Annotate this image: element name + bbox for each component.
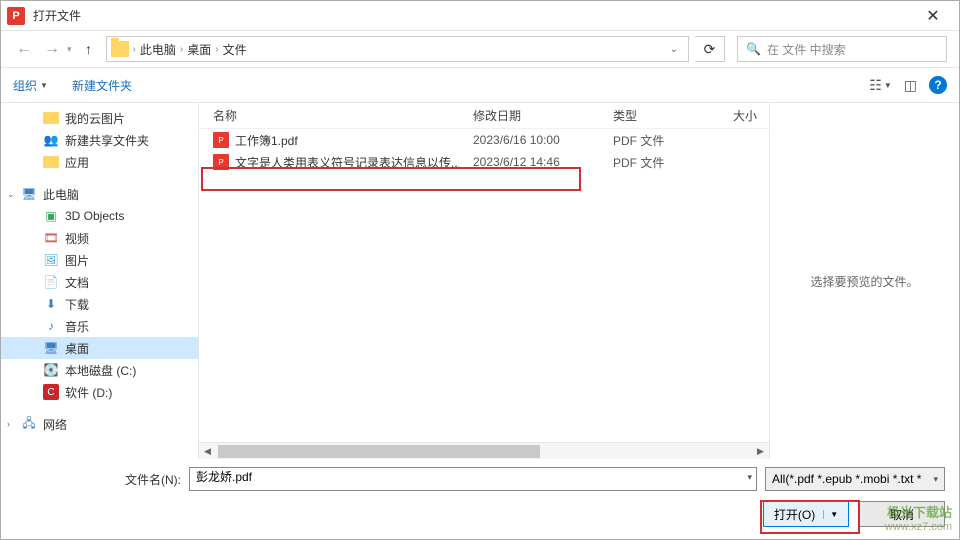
filename-label: 文件名(N): (125, 471, 181, 488)
sidebar-item-apps[interactable]: 应用 (1, 151, 198, 173)
file-type-filter[interactable]: All(*.pdf *.epub *.mobi *.txt * ▾ (765, 467, 945, 491)
music-icon: ♪ (43, 318, 59, 334)
sidebar-item-videos[interactable]: 🎞视频 (1, 227, 198, 249)
close-button[interactable]: ✕ (913, 2, 953, 30)
scrollbar-thumb[interactable] (218, 445, 540, 458)
caret-down-icon: ▼ (40, 81, 48, 90)
chevron-right-icon: › (180, 44, 183, 55)
help-button[interactable]: ? (929, 76, 947, 94)
scroll-right-icon[interactable]: ▶ (752, 443, 769, 460)
sidebar-item-desktop[interactable]: 🖥桌面 (1, 337, 198, 359)
window-title: 打开文件 (33, 7, 913, 24)
3d-icon: ▣ (43, 208, 59, 224)
file-type: PDF 文件 (599, 154, 719, 171)
breadcrumb-item-pc[interactable]: 此电脑 (140, 41, 176, 58)
folder-icon (43, 156, 59, 168)
chevron-right-icon[interactable]: › (7, 419, 10, 429)
column-name[interactable]: 名称 (199, 107, 459, 124)
sidebar-item-cloud-pics[interactable]: 我的云图片 (1, 107, 198, 129)
video-icon: 🎞 (43, 230, 59, 246)
sidebar-item-downloads[interactable]: ⬇下载 (1, 293, 198, 315)
breadcrumb-dropdown-icon[interactable]: ⌄ (664, 44, 684, 55)
pdf-icon: P (213, 154, 229, 170)
scroll-left-icon[interactable]: ◀ (199, 443, 216, 460)
open-button[interactable]: 打开(O)▼ (763, 501, 849, 527)
pc-icon: 🖥 (21, 186, 37, 202)
sidebar-item-disk-d[interactable]: C软件 (D:) (1, 381, 198, 403)
sidebar-item-shared[interactable]: 👥新建共享文件夹 (1, 129, 198, 151)
file-date: 2023/6/16 10:00 (459, 133, 599, 147)
forward-button[interactable]: → (41, 38, 63, 60)
caret-down-icon[interactable]: ▼ (823, 510, 838, 519)
folder-icon (111, 41, 129, 57)
network-icon: 🖧 (21, 416, 37, 432)
caret-down-icon[interactable]: ▾ (747, 472, 752, 483)
sidebar: 我的云图片 👥新建共享文件夹 应用 ⌄🖥此电脑 ▣3D Objects 🎞视频 … (1, 103, 199, 459)
preview-pane: 选择要预览的文件。 (769, 103, 959, 459)
column-type[interactable]: 类型 (599, 107, 719, 124)
refresh-button[interactable]: ⟳ (695, 36, 725, 62)
file-type: PDF 文件 (599, 132, 719, 149)
column-headers[interactable]: 名称 修改日期 类型 大小 (199, 103, 769, 129)
sidebar-item-this-pc[interactable]: ⌄🖥此电脑 (1, 183, 198, 205)
column-date[interactable]: 修改日期 (459, 107, 599, 124)
caret-down-icon: ▼ (884, 81, 892, 90)
history-dropdown-icon[interactable]: ▾ (67, 44, 72, 55)
search-placeholder: 在 文件 中搜索 (767, 41, 846, 58)
sidebar-item-documents[interactable]: 📄文档 (1, 271, 198, 293)
sidebar-item-disk-c[interactable]: 💽本地磁盘 (C:) (1, 359, 198, 381)
file-date: 2023/6/12 14:46 (459, 155, 599, 169)
breadcrumb[interactable]: › 此电脑 › 桌面 › 文件 ⌄ (106, 36, 689, 62)
search-icon: 🔍 (746, 42, 761, 56)
horizontal-scrollbar[interactable]: ◀ ▶ (199, 442, 769, 459)
file-row[interactable]: P工作簿1.pdf 2023/6/16 10:00 PDF 文件 (199, 129, 769, 151)
pdf-icon: P (213, 132, 229, 148)
file-list[interactable]: P工作簿1.pdf 2023/6/16 10:00 PDF 文件 P文字是人类用… (199, 129, 769, 442)
cancel-button[interactable]: 取消 (859, 501, 945, 527)
disk-icon: C (43, 384, 59, 400)
chevron-down-icon[interactable]: ⌄ (7, 189, 15, 200)
sidebar-item-music[interactable]: ♪音乐 (1, 315, 198, 337)
filename-input[interactable]: 彭龙娇.pdf ▾ (189, 467, 757, 491)
disk-icon: 💽 (43, 362, 59, 378)
breadcrumb-item-folder[interactable]: 文件 (223, 41, 247, 58)
caret-down-icon[interactable]: ▾ (933, 474, 938, 485)
chevron-right-icon: › (133, 44, 136, 55)
back-button[interactable]: ← (13, 38, 35, 60)
chevron-right-icon: › (215, 44, 218, 55)
app-icon: P (7, 7, 25, 25)
download-icon: ⬇ (43, 296, 59, 312)
share-icon: 👥 (43, 132, 59, 148)
organize-menu[interactable]: 组织▼ (13, 77, 48, 94)
folder-icon (43, 112, 59, 124)
desktop-icon: 🖥 (43, 340, 59, 356)
new-folder-button[interactable]: 新建文件夹 (72, 77, 132, 94)
preview-pane-toggle[interactable]: ◫ (904, 77, 917, 94)
column-size[interactable]: 大小 (719, 107, 769, 124)
sidebar-item-network[interactable]: ›🖧网络 (1, 413, 198, 435)
up-button[interactable]: ↑ (78, 38, 100, 60)
search-input[interactable]: 🔍 在 文件 中搜索 (737, 36, 947, 62)
picture-icon: 🖼 (43, 252, 59, 268)
sidebar-item-pictures[interactable]: 🖼图片 (1, 249, 198, 271)
file-row[interactable]: P文字是人类用表义符号记录表达信息以传... 2023/6/12 14:46 P… (199, 151, 769, 173)
view-menu[interactable]: ☷ ▼ (869, 77, 891, 94)
sidebar-item-3d[interactable]: ▣3D Objects (1, 205, 198, 227)
document-icon: 📄 (43, 274, 59, 290)
breadcrumb-item-desktop[interactable]: 桌面 (187, 41, 211, 58)
